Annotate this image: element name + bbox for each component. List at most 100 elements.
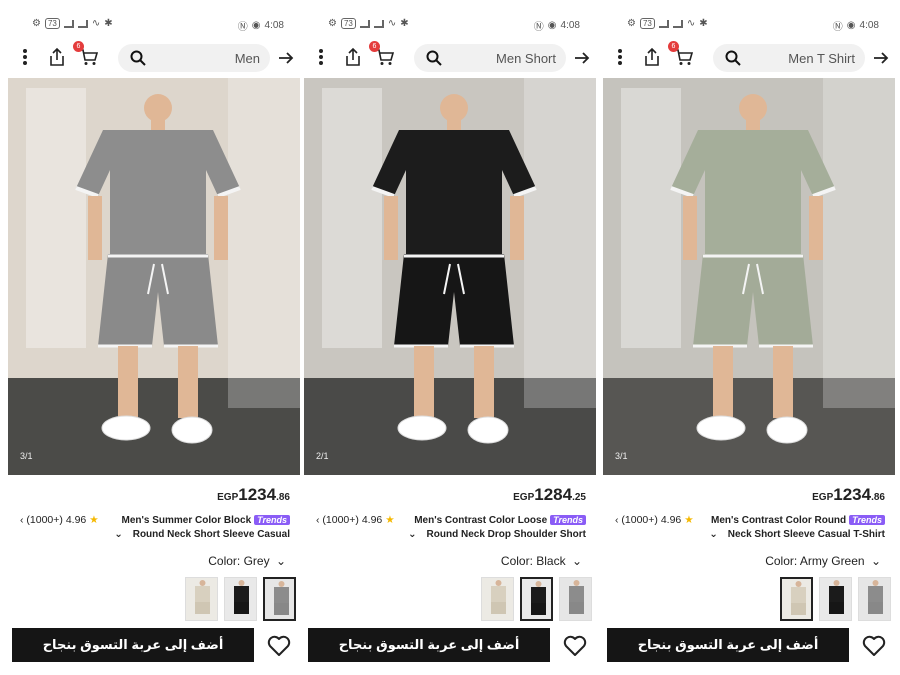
signal-icon [63, 19, 74, 28]
star-icon: ★ [89, 514, 99, 526]
top-bar: 6 Men T Shirt [603, 40, 895, 76]
signal-icon [77, 19, 88, 28]
product-photo[interactable]: 3/1 [8, 78, 300, 475]
more-vert-icon[interactable] [310, 46, 332, 68]
add-to-cart-button[interactable]: أضف إلى عربة التسوق بنجاح [607, 628, 849, 662]
price-currency: EGP [513, 492, 535, 503]
heart-icon[interactable] [562, 633, 588, 659]
notification-icon: ⚙ [32, 18, 41, 29]
swatch-black[interactable] [819, 577, 852, 621]
battery-icon: 73 [44, 18, 60, 29]
cart-button[interactable]: 6 [73, 41, 100, 68]
cart-badge: 6 [668, 41, 679, 52]
rating-row[interactable]: ‹ (1000+) 4.96 ★ [316, 514, 395, 526]
arrow-right-icon[interactable] [572, 48, 592, 68]
color-selector[interactable]: Color: Black ⌄ [501, 554, 582, 568]
clock-time: 4:08 [560, 20, 580, 31]
search-query: Men [234, 51, 260, 66]
rating-row[interactable]: ‹ (1000+) 4.96 ★ [615, 514, 694, 526]
search-input[interactable]: Men [118, 44, 270, 72]
title-text-1: Men's Contrast Color Round [711, 515, 847, 526]
price-currency: EGP [217, 492, 239, 503]
bluetooth-icon: ✱ [699, 18, 708, 29]
heart-icon[interactable] [861, 633, 887, 659]
share-icon[interactable] [641, 46, 663, 68]
arrow-right-icon[interactable] [276, 48, 296, 68]
add-to-cart-label: أضف إلى عربة التسوق بنجاح [42, 637, 224, 652]
product-title-line-1: Men's Contrast Color Loose Trends [414, 515, 586, 526]
swatch-black[interactable] [520, 577, 553, 621]
chevron-left-icon: ‹ [20, 514, 24, 526]
product-title-line-2[interactable]: ⌄ Round Neck Short Sleeve Casual [114, 529, 290, 540]
price-integer: 1234 [833, 485, 872, 504]
product-title-line-1: Men's Summer Color Block Trends [122, 515, 290, 526]
title-text-2: Round Neck Short Sleeve Casual [132, 529, 290, 540]
color-selector[interactable]: Color: Army Green ⌄ [765, 554, 881, 568]
cart-button[interactable]: 6 [668, 41, 695, 68]
product-photo[interactable]: 2/1 [304, 78, 596, 475]
chevron-down-icon: ⌄ [709, 529, 718, 540]
product-title-line-2[interactable]: ⌄ Round Neck Drop Shoulder Short [408, 529, 586, 540]
color-swatches [780, 577, 891, 621]
more-vert-icon[interactable] [14, 46, 36, 68]
color-swatches [185, 577, 296, 621]
search-query: Men Short [496, 51, 556, 66]
swatch-beige[interactable] [185, 577, 218, 621]
chevron-down-icon: ⌄ [870, 554, 881, 568]
swatch-beige[interactable] [481, 577, 514, 621]
add-to-cart-label: أضف إلى عربة التسوق بنجاح [338, 637, 520, 652]
product-title-line-1: Men's Contrast Color Round Trends [711, 515, 885, 526]
cart-button[interactable]: 6 [369, 41, 396, 68]
title-text-2: Neck Short Sleeve Casual T-Shirt [727, 529, 885, 540]
product-panel-1: ⚙ 73 ∿ ✱ Ⓝ ◉ 4:08 6 Men 3/1 EGP1234.86 ‹… [8, 0, 300, 675]
arrow-right-icon[interactable] [871, 48, 891, 68]
signal-icon [672, 19, 683, 28]
review-count: (1000+) [322, 514, 359, 526]
nfc-icon: Ⓝ [237, 22, 248, 33]
battery-icon: 73 [639, 18, 655, 29]
swatch-grey[interactable] [858, 577, 891, 621]
search-input[interactable]: Men T Shirt [713, 44, 865, 72]
swatch-black[interactable] [224, 577, 257, 621]
swatch-beige[interactable] [780, 577, 813, 621]
chevron-down-icon: ⌄ [571, 554, 582, 568]
nfc-icon: Ⓝ [832, 22, 843, 33]
heart-icon[interactable] [266, 633, 292, 659]
eye-icon: ◉ [846, 20, 856, 31]
product-panel-3: ⚙ 73 ∿ ✱ Ⓝ ◉ 4:08 6 Men T Shirt 3/1 EGP1… [603, 0, 895, 675]
product-photo[interactable]: 3/1 [603, 78, 895, 475]
more-vert-icon[interactable] [609, 46, 631, 68]
price-integer: 1234 [238, 485, 277, 504]
wifi-icon: ∿ [686, 18, 696, 29]
search-input[interactable]: Men Short [414, 44, 566, 72]
review-count: (1000+) [26, 514, 63, 526]
wifi-icon: ∿ [387, 18, 397, 29]
status-bar: ⚙ 73 ∿ ✱ Ⓝ ◉ 4:08 [8, 14, 300, 34]
color-swatches [481, 577, 592, 621]
add-to-cart-button[interactable]: أضف إلى عربة التسوق بنجاح [12, 628, 254, 662]
nfc-icon: Ⓝ [533, 22, 544, 33]
photo-page-indicator: 2/1 [316, 451, 329, 461]
trends-badge: Trends [254, 515, 290, 525]
notification-icon: ⚙ [328, 18, 337, 29]
chevron-left-icon: ‹ [316, 514, 320, 526]
star-icon: ★ [385, 514, 395, 526]
trends-badge: Trends [849, 515, 885, 525]
cart-badge: 6 [73, 41, 84, 52]
rating-score: 4.96 [660, 514, 682, 526]
swatch-grey[interactable] [559, 577, 592, 621]
top-bar: 6 Men [8, 40, 300, 76]
photo-page-indicator: 3/1 [615, 451, 628, 461]
photo-page-indicator: 3/1 [20, 451, 33, 461]
share-icon[interactable] [46, 46, 68, 68]
swatch-grey[interactable] [263, 577, 296, 621]
share-icon[interactable] [342, 46, 364, 68]
rating-row[interactable]: ‹ (1000+) 4.96 ★ [20, 514, 99, 526]
add-to-cart-button[interactable]: أضف إلى عربة التسوق بنجاح [308, 628, 550, 662]
search-icon [130, 50, 146, 66]
status-bar: ⚙ 73 ∿ ✱ Ⓝ ◉ 4:08 [304, 14, 596, 34]
color-label: Color: Grey [208, 554, 270, 568]
add-to-cart-label: أضف إلى عربة التسوق بنجاح [637, 637, 819, 652]
product-title-line-2[interactable]: ⌄ Neck Short Sleeve Casual T-Shirt [709, 529, 885, 540]
color-selector[interactable]: Color: Grey ⌄ [208, 554, 286, 568]
